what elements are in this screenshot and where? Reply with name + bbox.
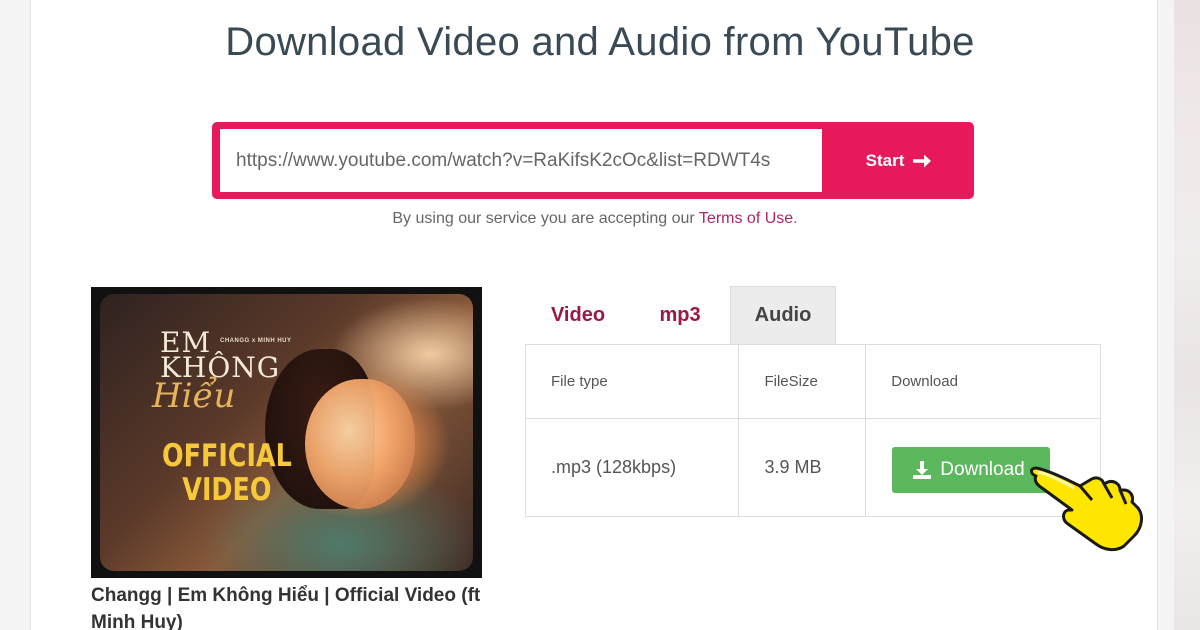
video-thumbnail[interactable]: CHANGG x MINH HUY EM KHÔNG Hiểu OFFICIAL… — [91, 287, 482, 578]
background-strip — [1174, 0, 1200, 630]
pointing-hand-icon — [1030, 466, 1143, 552]
table-row: .mp3 (128kbps) 3.9 MB Download — [524, 418, 1101, 517]
tab-video[interactable]: Video — [526, 286, 630, 344]
download-table: File type FileSize Download .mp3 (128kbp… — [524, 344, 1101, 517]
terms-link[interactable]: Terms of Use — [699, 210, 793, 227]
start-label: Start — [865, 150, 905, 170]
thumbnail-image: CHANGG x MINH HUY EM KHÔNG Hiểu OFFICIAL… — [100, 294, 473, 571]
cell-file-size: 3.9 MB — [738, 418, 867, 517]
terms-text: By using our service you are accepting o… — [392, 210, 699, 227]
page-title: Download Video and Audio from YouTube — [225, 20, 975, 64]
terms-notice: By using our service you are accepting o… — [0, 210, 1190, 228]
cell-file-type: .mp3 (128kbps) — [524, 418, 740, 517]
download-icon — [913, 460, 932, 479]
terms-suffix: . — [793, 210, 798, 227]
tab-audio[interactable]: Audio — [730, 286, 836, 344]
table-header-row: File type FileSize Download — [524, 344, 1101, 419]
search-form: Start — [212, 122, 974, 199]
thumbnail-script-title: Hiểu — [152, 376, 236, 416]
download-label: Download — [940, 458, 1025, 480]
arrow-right-icon — [913, 154, 932, 167]
header-file-type: File type — [524, 344, 740, 419]
start-button[interactable]: Start — [830, 129, 968, 192]
download-button[interactable]: Download — [892, 446, 1051, 493]
url-input[interactable] — [220, 129, 822, 192]
video-caption: Changg | Em Không Hiểu | Official Video … — [91, 585, 481, 630]
header-file-size: FileSize — [738, 344, 867, 419]
tab-mp3[interactable]: mp3 — [630, 286, 730, 344]
header-download: Download — [865, 344, 1101, 419]
thumbnail-title: EM KHÔNG — [160, 326, 281, 384]
thumbnail-badge: OFFICIAL VIDEO — [162, 438, 292, 508]
thumbnail-figure-face — [305, 379, 415, 509]
